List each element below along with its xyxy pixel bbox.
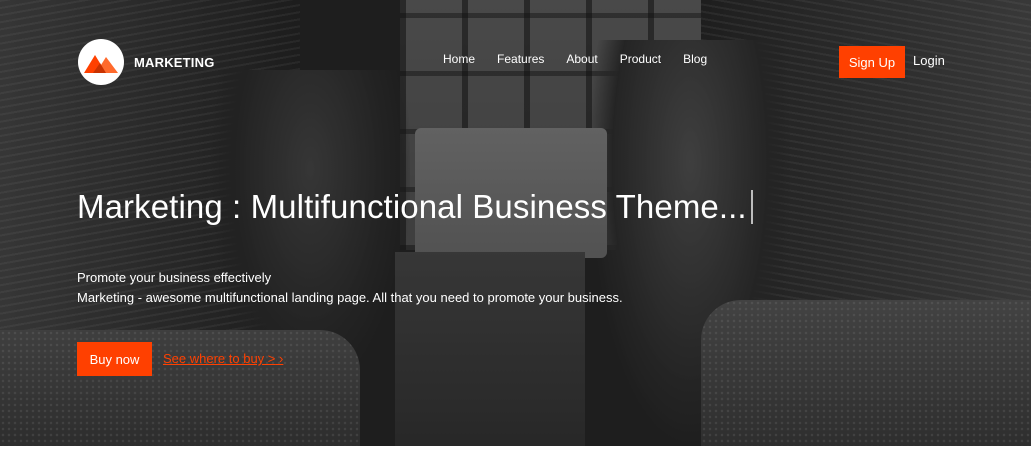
- hero-subtitle: Promote your business effectively Market…: [77, 268, 623, 308]
- nav-item-features[interactable]: Features: [497, 52, 544, 66]
- login-link[interactable]: Login: [913, 53, 945, 68]
- nav-item-about[interactable]: About: [566, 52, 597, 66]
- brand[interactable]: MARKETING: [78, 39, 215, 85]
- hero-subtitle-line-2: Marketing - awesome multifunctional land…: [77, 290, 623, 305]
- buy-now-button[interactable]: Buy now: [77, 342, 152, 376]
- typing-caret: [750, 190, 753, 224]
- navbar: MARKETING Home Features About Product Bl…: [0, 0, 1031, 120]
- sign-up-button[interactable]: Sign Up: [839, 46, 905, 78]
- nav-item-home[interactable]: Home: [443, 52, 475, 66]
- mountain-icon: [78, 39, 124, 85]
- nav-item-blog[interactable]: Blog: [683, 52, 707, 66]
- hero-subtitle-line-1: Promote your business effectively: [77, 270, 272, 285]
- where-to-buy-link-text: See where to buy >: [163, 351, 276, 366]
- brand-name: MARKETING: [134, 54, 215, 70]
- hero-section: MARKETING Home Features About Product Bl…: [0, 0, 1031, 446]
- main-menu: Home Features About Product Blog: [443, 52, 729, 66]
- nav-item-product[interactable]: Product: [620, 52, 661, 66]
- hero-headline-text: Marketing : Multifunctional Business The…: [77, 188, 747, 225]
- chevron-right-icon: ›: [279, 351, 284, 366]
- where-to-buy-link[interactable]: See where to buy > ›: [163, 351, 283, 366]
- hero-headline: Marketing : Multifunctional Business The…: [77, 188, 753, 226]
